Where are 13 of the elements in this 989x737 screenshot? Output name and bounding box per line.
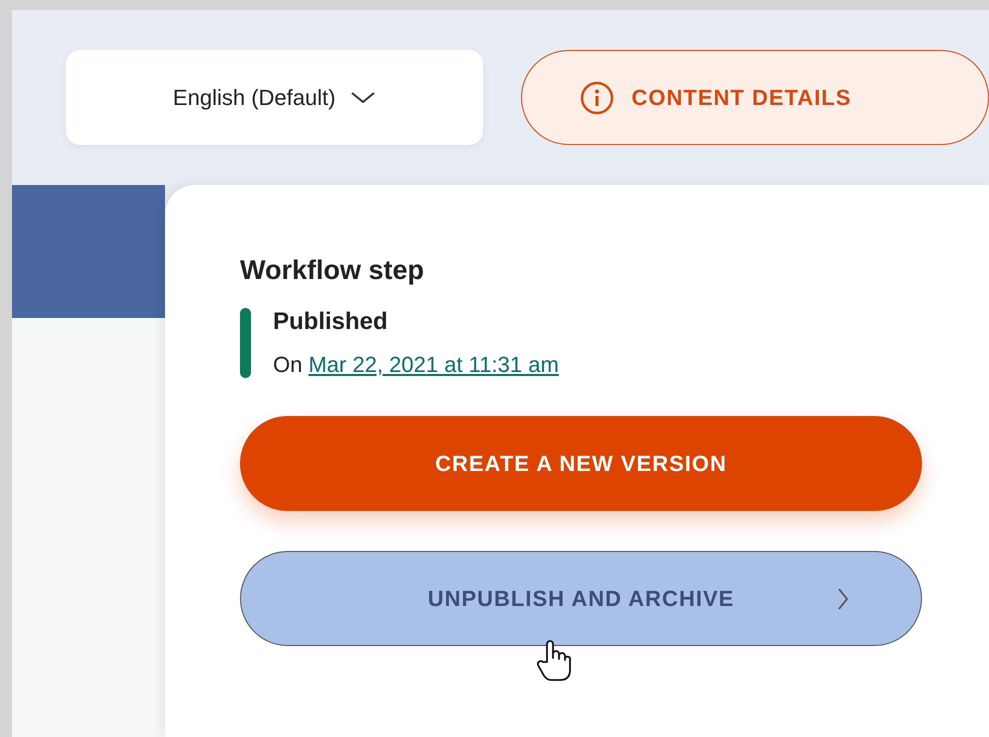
content-details-button[interactable]: CONTENT DETAILS bbox=[520, 50, 989, 145]
create-version-button[interactable]: CREATE A NEW VERSION bbox=[240, 416, 922, 511]
language-dropdown[interactable]: English (Default) bbox=[66, 50, 482, 145]
unpublish-archive-button[interactable]: UNPUBLISH AND ARCHIVE bbox=[240, 551, 922, 646]
chevron-down-icon bbox=[350, 90, 376, 104]
chevron-right-icon bbox=[837, 587, 849, 611]
status-label: Published bbox=[273, 308, 389, 336]
published-date-text: On Mar 22, 2021 at 11:31 am bbox=[273, 352, 559, 378]
status-bar-indicator bbox=[240, 308, 251, 378]
date-link[interactable]: Mar 22, 2021 at 11:31 am bbox=[308, 352, 559, 377]
hand-cursor-icon bbox=[537, 640, 571, 682]
info-icon bbox=[580, 80, 614, 114]
section-heading: Workflow step bbox=[240, 255, 426, 286]
